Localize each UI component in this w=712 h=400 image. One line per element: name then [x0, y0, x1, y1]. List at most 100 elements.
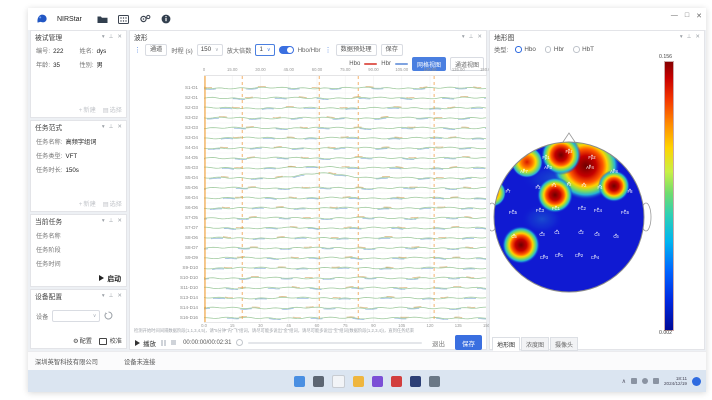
- collapse-icon[interactable]: ▾: [102, 34, 105, 40]
- save-toolbar-button[interactable]: 保存: [381, 44, 403, 56]
- collapse-icon[interactable]: ▾: [102, 124, 105, 130]
- svg-text:AF3: AF3: [544, 165, 552, 170]
- device-row: 设备 ∨: [36, 307, 113, 325]
- select-button[interactable]: ▤选择: [103, 199, 122, 208]
- channel-label: S13-D14: [180, 295, 198, 300]
- pin-icon[interactable]: ⊥: [109, 218, 114, 224]
- channel-label: S16-D16: [180, 315, 198, 320]
- apps-grid-icon[interactable]: [118, 13, 130, 25]
- volume-icon[interactable]: [653, 378, 659, 384]
- taskbar-app-notepad[interactable]: [332, 375, 345, 388]
- svg-text:F1: F1: [552, 183, 558, 188]
- device-panel: 设备配置 ▾⊥✕ 设备 ∨ ⚙配置 校准: [30, 289, 127, 349]
- preprocess-button[interactable]: 数据预处理: [336, 44, 377, 56]
- svg-text:C5: C5: [511, 234, 517, 239]
- svg-text:C6: C6: [613, 234, 619, 239]
- drag-handle-icon[interactable]: ⋮: [134, 47, 141, 54]
- close-icon[interactable]: ✕: [117, 218, 122, 224]
- taskbar-app-app-gray[interactable]: [429, 376, 440, 387]
- channel-button[interactable]: 通道: [145, 44, 167, 56]
- settings-gears-icon[interactable]: [139, 13, 151, 25]
- pin-icon[interactable]: ⊥: [109, 34, 114, 40]
- device-select[interactable]: ∨: [52, 310, 100, 322]
- panel-title: 地形图: [494, 32, 514, 42]
- taskbar-app-folder[interactable]: [353, 376, 364, 387]
- collapse-icon[interactable]: ▾: [462, 34, 465, 40]
- minimize-button[interactable]: —: [671, 12, 678, 20]
- start-task-button[interactable]: 启动: [99, 273, 121, 283]
- play-button[interactable]: 播放: [135, 338, 156, 348]
- new-button[interactable]: +新建: [79, 105, 96, 114]
- pin-icon[interactable]: ⊥: [109, 293, 114, 299]
- taskbar-apps: [294, 370, 440, 392]
- pin-icon[interactable]: ⊥: [469, 34, 474, 40]
- close-icon[interactable]: ✕: [695, 34, 700, 40]
- channel-label: S14-D14: [180, 305, 198, 310]
- playback-slider-knob[interactable]: [236, 339, 243, 346]
- svg-text:F4: F4: [598, 185, 604, 190]
- playback-slider-track[interactable]: [248, 342, 422, 344]
- calibrate-button[interactable]: 校准: [99, 336, 122, 345]
- collapse-icon[interactable]: ▾: [102, 218, 105, 224]
- radio-hbt[interactable]: HbT: [573, 46, 594, 53]
- topo-tabs: 地形图浓度图摄像头: [492, 337, 578, 351]
- restore-button[interactable]: □: [685, 12, 689, 20]
- waveform-plot[interactable]: [204, 75, 487, 323]
- select-button[interactable]: ▤选择: [103, 105, 122, 114]
- refresh-icon[interactable]: [104, 307, 113, 325]
- scale-select[interactable]: 1∨: [255, 44, 274, 56]
- taskbar-app-taskview[interactable]: [294, 376, 305, 387]
- current-task-panel-header: 当前任务 ▾⊥✕: [31, 215, 126, 227]
- close-icon[interactable]: ✕: [117, 34, 122, 40]
- pause-icon[interactable]: [161, 340, 166, 346]
- x-tick-top: 135.00: [452, 67, 465, 72]
- subject-actions: +新建 ▤选择: [79, 105, 122, 114]
- taskbar-app-foxmail[interactable]: [372, 376, 383, 387]
- config-button[interactable]: ⚙配置: [73, 336, 92, 345]
- exit-button[interactable]: 退出: [427, 336, 450, 350]
- pin-icon[interactable]: ⊥: [687, 34, 692, 40]
- pin-icon[interactable]: ⊥: [109, 124, 114, 130]
- current-task-panel: 当前任务 ▾⊥✕ 任务名称任务阶段任务时间 启动: [30, 214, 127, 287]
- collapse-icon[interactable]: ▾: [680, 34, 683, 40]
- taskbar-app-app-navy[interactable]: [410, 376, 421, 387]
- taskbar-clock[interactable]: 18:11 2024/12/19: [664, 376, 687, 386]
- topo-tab[interactable]: 浓度图: [521, 337, 549, 351]
- chat-icon[interactable]: [692, 377, 701, 386]
- folder-icon[interactable]: [97, 13, 109, 25]
- paradigm-panel-header: 任务范式 ▾⊥✕: [31, 121, 126, 133]
- close-button[interactable]: ✕: [696, 12, 702, 20]
- network-icon[interactable]: [642, 378, 648, 384]
- info-icon[interactable]: [160, 13, 172, 25]
- system-tray: ∧ 18:11 2024/12/19: [622, 370, 701, 392]
- channel-label-column: S1-D1S2-D1S2-D3S3-D2S3-D3S3-D4S4-D4S4-D5…: [130, 75, 202, 323]
- tray-caret-icon[interactable]: ∧: [622, 378, 626, 385]
- radio-icon: [545, 46, 552, 53]
- topo-tab[interactable]: 地形图: [492, 337, 520, 351]
- topo-tab[interactable]: 摄像头: [550, 337, 578, 351]
- waveform-toolbar: ⋮ 通道 时程 (s) 150∨ 放大倍数 1∨ Hbo/Hbr ⋮ 数据预处理…: [134, 44, 403, 56]
- tray-date: 2024/12/19: [664, 381, 687, 386]
- hbo-hbr-toggle[interactable]: [279, 46, 294, 54]
- drag-handle-icon[interactable]: ⋮: [325, 47, 332, 54]
- duration-select[interactable]: 150∨: [197, 44, 223, 56]
- collapse-icon[interactable]: ▾: [102, 293, 105, 299]
- radio-hbo[interactable]: Hbo: [515, 46, 536, 53]
- type-label: 类型:: [494, 45, 508, 54]
- new-button[interactable]: +新建: [79, 199, 96, 208]
- taskbar-app-wps[interactable]: [391, 376, 402, 387]
- subject-field: 年龄:35: [36, 60, 80, 69]
- close-icon[interactable]: ✕: [117, 293, 122, 299]
- save-button[interactable]: 保存: [455, 335, 482, 350]
- taskbar-app-explorer[interactable]: [313, 376, 324, 387]
- channel-label: S5-D4: [185, 175, 198, 180]
- stop-icon[interactable]: [171, 340, 176, 345]
- paradigm-panel: 任务范式 ▾⊥✕ 任务名称:高频字组词任务类型:VFT任务时长:150s +新建…: [30, 120, 127, 212]
- shield-icon[interactable]: [631, 378, 637, 384]
- channel-label: S3-D4: [185, 135, 198, 140]
- close-icon[interactable]: ✕: [117, 124, 122, 130]
- radio-hbr[interactable]: Hbr: [545, 46, 564, 53]
- close-icon[interactable]: ✕: [477, 34, 482, 40]
- paradigm-field: 任务名称:高频字组词: [36, 137, 123, 146]
- waveform-panel-header: 波形 ▾⊥✕: [130, 31, 486, 43]
